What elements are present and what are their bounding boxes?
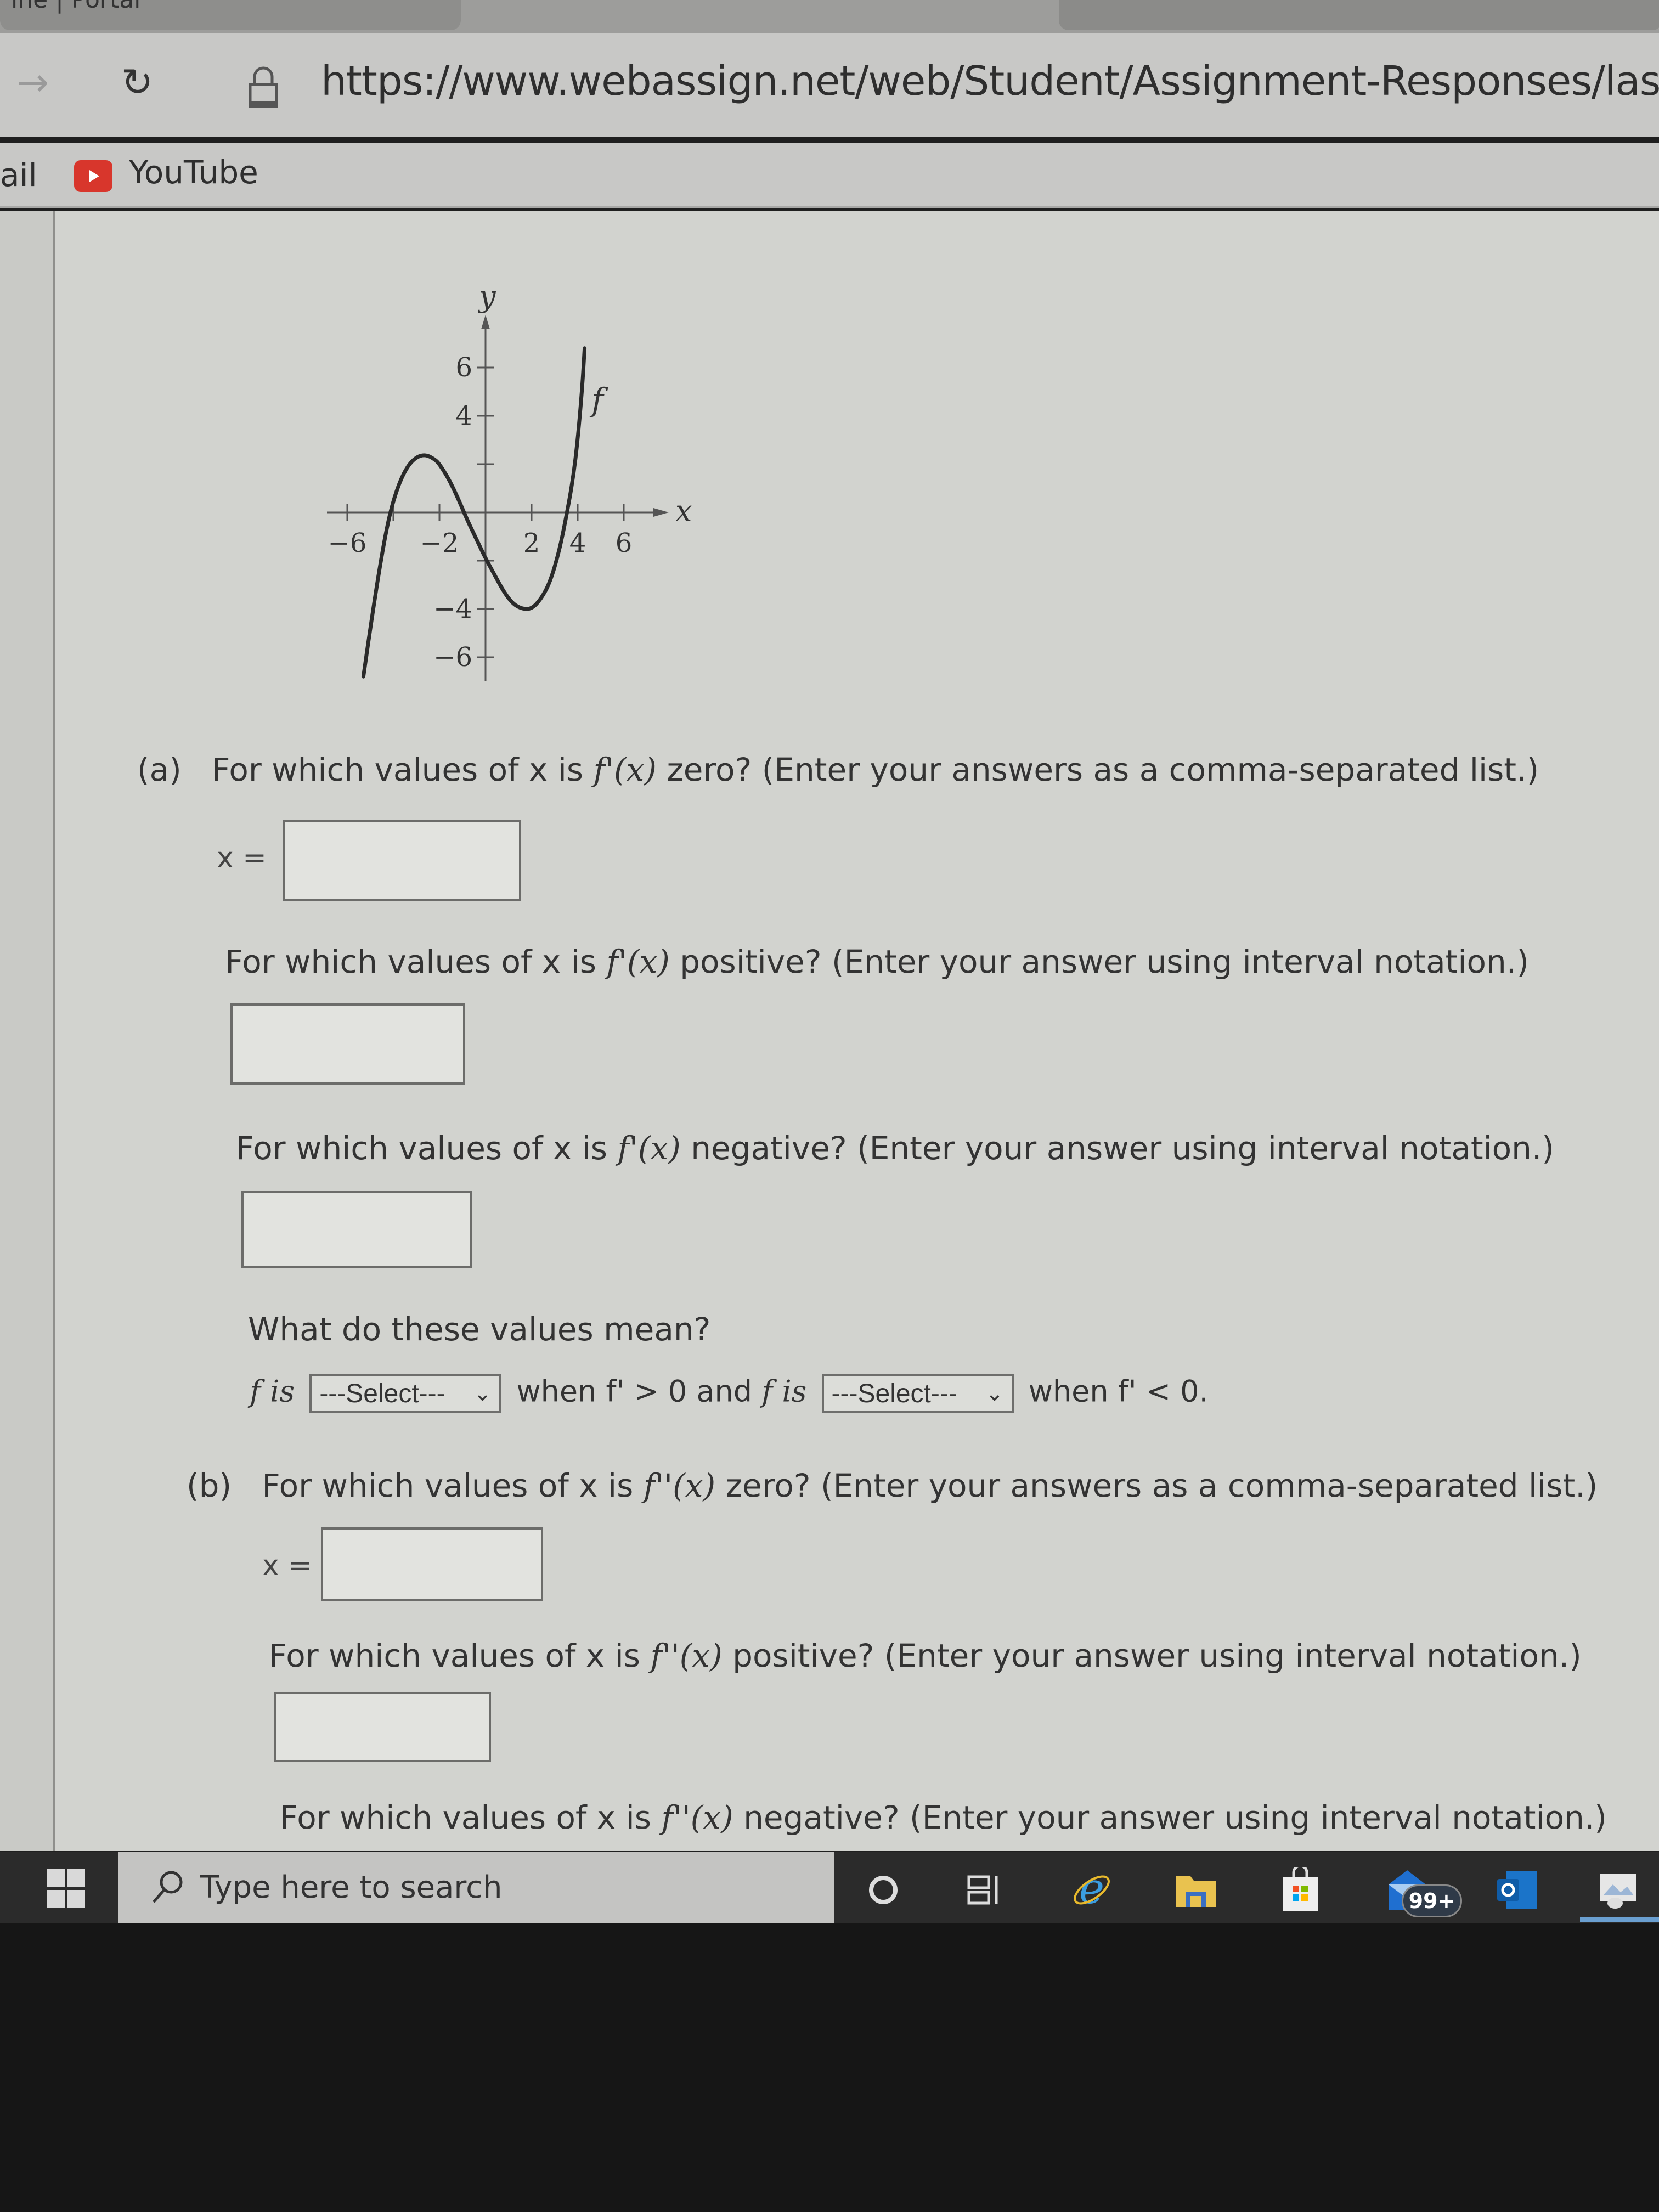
part-a-question-positive: For which values of x is f'(x) positive?… bbox=[225, 943, 1529, 980]
y-tick-label: −6 bbox=[433, 642, 472, 673]
url-text: https://www.webassign.net/web/Student/As… bbox=[321, 58, 1659, 105]
part-a-question-zero: (a) For which values of x is f'(x) zero?… bbox=[137, 751, 1539, 788]
sentence-text: when f' > 0 and bbox=[516, 1374, 753, 1409]
function-notation: f'(x) bbox=[606, 943, 670, 980]
bookmark-label: ail bbox=[0, 156, 37, 194]
active-app-indicator bbox=[1580, 1917, 1659, 1922]
browser-tab-active[interactable] bbox=[1059, 0, 1659, 30]
file-explorer-icon[interactable] bbox=[1174, 1868, 1218, 1912]
task-view-icon[interactable] bbox=[963, 1868, 1007, 1912]
x-tick-label: −2 bbox=[420, 528, 459, 558]
y-tick-label: 6 bbox=[455, 352, 472, 383]
part-b-label: (b) bbox=[187, 1467, 232, 1504]
address-bar[interactable]: https://www.webassign.net/web/Student/As… bbox=[321, 58, 1659, 105]
bookmark-youtube[interactable]: YouTube bbox=[129, 154, 258, 191]
chevron-down-icon: ⌄ bbox=[473, 1381, 492, 1406]
part-b-fdoubleprime-positive-input[interactable] bbox=[274, 1692, 491, 1762]
part-a-fprime-negative-input[interactable] bbox=[241, 1191, 472, 1268]
y-axis-label: y bbox=[478, 279, 496, 314]
microsoft-store-icon[interactable] bbox=[1278, 1867, 1322, 1912]
increasing-decreasing-select-2[interactable]: ---Select--- ⌄ bbox=[821, 1374, 1014, 1413]
forward-button[interactable]: → bbox=[11, 60, 55, 105]
part-b-question-positive: For which values of x is f''(x) positive… bbox=[269, 1637, 1582, 1674]
part-a-label: (a) bbox=[137, 751, 182, 788]
sentence-text: when f' < 0. bbox=[1028, 1374, 1209, 1409]
question-text: For which values of x is bbox=[212, 751, 594, 788]
y-axis-arrow bbox=[481, 315, 490, 329]
x-tick-label: 6 bbox=[616, 528, 633, 558]
question-text: For which values of x is bbox=[269, 1637, 651, 1674]
question-text: zero? (Enter your answers as a comma-sep… bbox=[656, 751, 1539, 788]
reload-button[interactable]: ↻ bbox=[115, 60, 159, 105]
y-tick-label: 4 bbox=[455, 400, 472, 431]
svg-text:e: e bbox=[1079, 1868, 1104, 1912]
select-value: ---Select--- bbox=[319, 1379, 445, 1408]
part-b-question-negative: For which values of x is f''(x) negative… bbox=[280, 1799, 1607, 1836]
function-notation: f'(x) bbox=[593, 751, 657, 788]
x-tick-label: 4 bbox=[569, 528, 586, 558]
question-text: For which values of x is bbox=[236, 1130, 618, 1167]
part-a-fprime-positive-input[interactable] bbox=[230, 1003, 465, 1085]
question-text: For which values of x is bbox=[280, 1799, 662, 1836]
question-text: negative? (Enter your answer using inter… bbox=[680, 1130, 1554, 1167]
question-text: For which values of x is bbox=[225, 943, 607, 980]
x-axis-arrow bbox=[653, 508, 669, 517]
bookmark-label: YouTube bbox=[129, 154, 258, 191]
arrow-right-icon: → bbox=[16, 60, 49, 105]
axes bbox=[327, 315, 669, 681]
tab-title: ine | Portal bbox=[11, 0, 140, 14]
mail-unread-badge: 99+ bbox=[1402, 1884, 1462, 1917]
search-icon bbox=[153, 1871, 183, 1903]
function-notation: f'(x) bbox=[617, 1130, 681, 1167]
select-value: ---Select--- bbox=[831, 1379, 957, 1408]
outlook-icon[interactable] bbox=[1495, 1868, 1539, 1912]
x-tick-label: 2 bbox=[523, 528, 540, 558]
part-b-fdoubleprime-zero-input[interactable] bbox=[321, 1527, 543, 1601]
lock-icon bbox=[249, 66, 278, 108]
internet-explorer-icon[interactable]: e bbox=[1070, 1868, 1114, 1912]
increasing-decreasing-select-1[interactable]: ---Select--- ⌄ bbox=[309, 1374, 502, 1413]
function-notation: f''(x) bbox=[650, 1637, 723, 1674]
reload-icon: ↻ bbox=[121, 60, 154, 105]
photos-icon[interactable] bbox=[1596, 1868, 1640, 1912]
webassign-page: −6 −2 2 4 6 6 4 −4 −6 y x f (a) For which values… bbox=[0, 211, 1659, 1851]
x-equals-label: x = bbox=[217, 842, 267, 874]
tab-strip: ine | Portal bbox=[0, 0, 1659, 33]
sentence-text: f is bbox=[761, 1374, 807, 1409]
monitor-bezel bbox=[0, 1923, 1659, 2212]
browser-tab[interactable]: ine | Portal bbox=[0, 0, 461, 30]
sentence-text: f is bbox=[250, 1374, 295, 1409]
curve-label-f: f bbox=[589, 381, 608, 419]
meaning-sentence: f is ---Select--- ⌄ when f' > 0 and f is… bbox=[250, 1374, 1209, 1413]
question-text: negative? (Enter your answer using inter… bbox=[733, 1799, 1607, 1836]
function-notation: f''(x) bbox=[643, 1467, 716, 1504]
function-notation: f''(x) bbox=[661, 1799, 733, 1836]
page-left-rail bbox=[0, 211, 55, 1851]
part-a-fprime-zero-input[interactable] bbox=[283, 820, 521, 901]
function-graph: −6 −2 2 4 664−4−6 y x f bbox=[327, 279, 692, 681]
question-text: positive? (Enter your answer using inter… bbox=[722, 1637, 1582, 1674]
part-a-question-negative: For which values of x is f'(x) negative?… bbox=[236, 1130, 1554, 1167]
search-placeholder: Type here to search bbox=[200, 1869, 503, 1905]
bookmark-mail[interactable]: ail bbox=[0, 156, 37, 194]
meaning-question: What do these values mean? bbox=[248, 1311, 711, 1348]
x-equals-label: x = bbox=[262, 1549, 312, 1582]
part-b-question-zero: (b) For which values of x is f''(x) zero… bbox=[187, 1467, 1598, 1504]
taskbar-search-input[interactable]: Type here to search bbox=[118, 1852, 834, 1923]
y-tick-label: −4 bbox=[433, 594, 472, 624]
cortana-icon[interactable] bbox=[861, 1868, 905, 1912]
question-text: For which values of x is bbox=[262, 1467, 644, 1504]
chevron-down-icon: ⌄ bbox=[985, 1381, 1004, 1406]
youtube-icon[interactable] bbox=[74, 160, 112, 192]
x-tick-label: −6 bbox=[328, 528, 367, 558]
question-text: zero? (Enter your answers as a comma-sep… bbox=[715, 1467, 1598, 1504]
question-text: positive? (Enter your answer using inter… bbox=[669, 943, 1529, 980]
windows-start-icon[interactable] bbox=[47, 1869, 85, 1908]
x-axis-label: x bbox=[675, 494, 692, 528]
windows-taskbar: Type here to search e 99+ bbox=[0, 1852, 1659, 1923]
